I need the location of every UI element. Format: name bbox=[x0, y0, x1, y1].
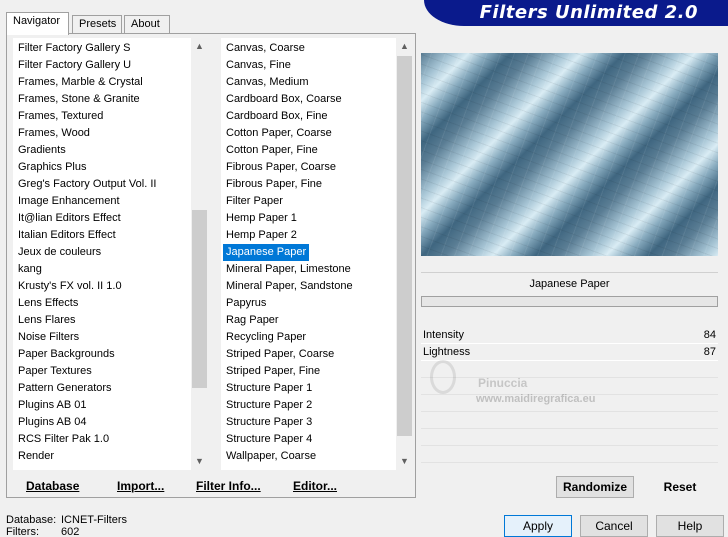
watermark-site: www.maidiregrafica.eu bbox=[476, 393, 596, 405]
status-database-label: Database: bbox=[6, 514, 57, 526]
filter-item[interactable]: Cotton Paper, Coarse bbox=[221, 125, 413, 142]
category-item[interactable]: Render bbox=[13, 448, 208, 465]
filter-item[interactable]: Filter Paper bbox=[221, 193, 413, 210]
filter-list[interactable]: Canvas, Coarse Canvas, Fine Canvas, Medium… bbox=[221, 38, 413, 470]
parameter-value: 84 bbox=[703, 329, 716, 341]
filter-item[interactable]: Canvas, Medium bbox=[221, 74, 413, 91]
empty-parameter-row bbox=[421, 446, 718, 463]
scroll-up-icon[interactable]: ▲ bbox=[396, 38, 413, 55]
scroll-up-icon[interactable]: ▲ bbox=[191, 38, 208, 55]
category-item[interactable]: Frames, Textured bbox=[13, 108, 208, 125]
category-item[interactable]: Noise Filters bbox=[13, 329, 208, 346]
filter-item[interactable]: Canvas, Coarse bbox=[221, 40, 413, 57]
category-item[interactable]: Plugins AB 01 bbox=[13, 397, 208, 414]
category-item[interactable]: Frames, Stone & Granite bbox=[13, 91, 208, 108]
tab-about[interactable]: About bbox=[124, 15, 170, 34]
parameter-label: Intensity bbox=[423, 329, 464, 341]
status-filters-value: 602 bbox=[61, 526, 80, 537]
empty-parameter-row bbox=[421, 412, 718, 429]
scroll-down-icon[interactable]: ▼ bbox=[191, 453, 208, 470]
scroll-down-icon[interactable]: ▼ bbox=[396, 453, 413, 470]
filter-item[interactable]: Striped Paper, Coarse bbox=[221, 346, 413, 363]
editor-button[interactable]: Editor... bbox=[293, 479, 337, 493]
filter-item-selected[interactable]: Japanese Paper bbox=[223, 244, 310, 261]
database-button[interactable]: Database bbox=[26, 479, 79, 493]
filter-item[interactable]: Striped Paper, Fine bbox=[221, 363, 413, 380]
filter-item[interactable]: Cardboard Box, Fine bbox=[221, 108, 413, 125]
cancel-button[interactable]: Cancel bbox=[580, 515, 648, 537]
category-item[interactable]: Filter Factory Gallery S bbox=[13, 40, 208, 57]
filter-info-button[interactable]: Filter Info... bbox=[196, 479, 261, 493]
category-item[interactable]: Frames, Marble & Crystal bbox=[13, 74, 208, 91]
filter-item[interactable]: Structure Paper 2 bbox=[221, 397, 413, 414]
category-item[interactable]: Krusty's FX vol. II 1.0 bbox=[13, 278, 208, 295]
filter-item[interactable]: Fibrous Paper, Fine bbox=[221, 176, 413, 193]
watermark-name: Pinuccia bbox=[478, 376, 528, 390]
help-button[interactable]: Help bbox=[656, 515, 724, 537]
category-item[interactable]: It@lian Editors Effect bbox=[13, 210, 208, 227]
filter-item[interactable]: Structure Paper 3 bbox=[221, 414, 413, 431]
status-database-value: ICNET-Filters bbox=[61, 514, 127, 526]
category-item[interactable]: Paper Textures bbox=[13, 363, 208, 380]
filter-item[interactable]: Hemp Paper 2 bbox=[221, 227, 413, 244]
filter-item[interactable]: Rag Paper bbox=[221, 312, 413, 329]
category-item[interactable]: Lens Flares bbox=[13, 312, 208, 329]
category-item[interactable]: Jeux de couleurs bbox=[13, 244, 208, 261]
category-item[interactable]: Paper Backgrounds bbox=[13, 346, 208, 363]
category-item[interactable]: Pattern Generators bbox=[13, 380, 208, 397]
filter-item[interactable]: Mineral Paper, Sandstone bbox=[221, 278, 413, 295]
parameter-label: Lightness bbox=[423, 346, 471, 358]
filter-scroll-thumb[interactable] bbox=[397, 56, 412, 436]
filter-item[interactable]: Papyrus bbox=[221, 295, 413, 312]
category-item[interactable]: Greg's Factory Output Vol. II bbox=[13, 176, 208, 193]
status-bar: Database: ICNET-Filters Filters: 602 bbox=[6, 514, 127, 537]
filter-scrollbar[interactable]: ▲ ▼ bbox=[396, 38, 413, 470]
import-button[interactable]: Import... bbox=[117, 479, 164, 493]
category-item[interactable]: Image Enhancement bbox=[13, 193, 208, 210]
tab-presets[interactable]: Presets bbox=[72, 15, 122, 34]
tab-navigator[interactable]: Navigator bbox=[6, 12, 69, 35]
category-item[interactable]: Filter Factory Gallery U bbox=[13, 57, 208, 74]
filter-item[interactable]: Cotton Paper, Fine bbox=[221, 142, 413, 159]
filter-preview bbox=[421, 53, 718, 256]
filter-item[interactable]: Structure Paper 4 bbox=[221, 431, 413, 448]
empty-parameter-row bbox=[421, 429, 718, 446]
category-item[interactable]: Graphics Plus bbox=[13, 159, 208, 176]
filter-name-label: Japanese Paper bbox=[421, 272, 718, 294]
title-banner: Filters Unlimited 2.0 bbox=[424, 0, 728, 26]
category-list[interactable]: Filter Factory Gallery S Filter Factory G… bbox=[13, 38, 208, 470]
parameter-value: 87 bbox=[703, 346, 716, 358]
category-item[interactable]: RCS Filter Pak 1.0 bbox=[13, 431, 208, 448]
randomize-button[interactable]: Randomize bbox=[556, 476, 634, 498]
category-item[interactable]: Gradients bbox=[13, 142, 208, 159]
filter-item[interactable]: Fibrous Paper, Coarse bbox=[221, 159, 413, 176]
navigator-actions: Database Import... Filter Info... Editor… bbox=[10, 474, 414, 496]
category-scroll-thumb[interactable] bbox=[192, 210, 207, 388]
category-item[interactable]: Lens Effects bbox=[13, 295, 208, 312]
filter-item[interactable]: Wallpaper, Coarse bbox=[221, 448, 413, 465]
app-title: Filters Unlimited 2.0 bbox=[479, 2, 698, 23]
category-item[interactable]: kang bbox=[13, 261, 208, 278]
filter-item[interactable]: Structure Paper 1 bbox=[221, 380, 413, 397]
watermark-logo-icon bbox=[430, 360, 456, 394]
status-filters-label: Filters: bbox=[6, 526, 39, 537]
parameter-intensity[interactable]: Intensity 84 bbox=[421, 327, 718, 344]
filter-item[interactable]: Canvas, Fine bbox=[221, 57, 413, 74]
filter-item[interactable]: Recycling Paper bbox=[221, 329, 413, 346]
empty-parameter-row bbox=[421, 361, 718, 378]
category-item[interactable]: Frames, Wood bbox=[13, 125, 208, 142]
category-item[interactable]: Plugins AB 04 bbox=[13, 414, 208, 431]
reset-button[interactable]: Reset bbox=[644, 476, 716, 498]
filter-item[interactable]: Mineral Paper, Limestone bbox=[221, 261, 413, 278]
category-scrollbar[interactable]: ▲ ▼ bbox=[191, 38, 208, 470]
parameter-lightness[interactable]: Lightness 87 bbox=[421, 344, 718, 361]
progress-bar bbox=[421, 296, 718, 307]
preview-texture bbox=[421, 53, 718, 256]
category-item[interactable]: Italian Editors Effect bbox=[13, 227, 208, 244]
apply-button[interactable]: Apply bbox=[504, 515, 572, 537]
filter-item[interactable]: Cardboard Box, Coarse bbox=[221, 91, 413, 108]
filter-item[interactable]: Hemp Paper 1 bbox=[221, 210, 413, 227]
